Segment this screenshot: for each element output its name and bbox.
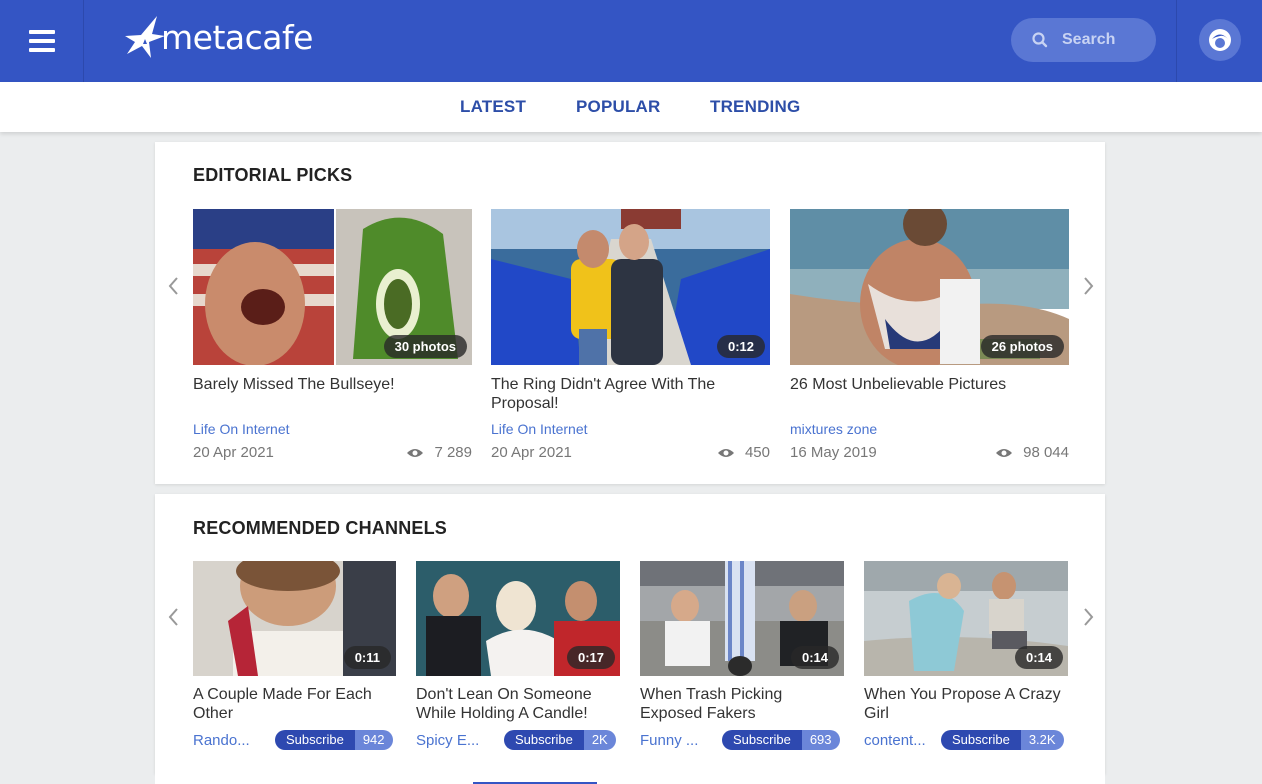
chevron-right-icon[interactable] (1080, 606, 1096, 628)
metacafe-logo[interactable]: metacafe (125, 12, 313, 58)
view-count: 450 (717, 444, 770, 461)
duration-badge: 0:11 (343, 646, 391, 669)
tab-trending[interactable]: TRENDING (710, 97, 800, 117)
video-title[interactable]: A Couple Made For Each Other (193, 685, 396, 723)
subscriber-count: 942 (354, 730, 393, 750)
subscribe-label: Subscribe (722, 730, 802, 750)
tab-latest[interactable]: LATEST (460, 97, 526, 117)
channel-video-card[interactable]: 0:17 Don't Lean On Someone While Holding… (416, 561, 620, 751)
top-navigation-bar: metacafe Search (0, 0, 1262, 82)
channel-link[interactable]: Rando... (193, 732, 265, 749)
subscriber-count: 2K (583, 730, 616, 750)
subscribe-button[interactable]: Subscribe 3.2K (941, 730, 1064, 750)
video-title[interactable]: When Trash Picking Exposed Fakers (640, 685, 844, 723)
editorial-picks-panel: EDITORIAL PICKS 30 photos Barely Missed … (155, 142, 1105, 484)
duration-badge: 0:14 (1014, 646, 1063, 669)
channel-link[interactable]: Life On Internet (193, 421, 290, 437)
view-count-value: 450 (744, 444, 770, 461)
subscribe-label: Subscribe (275, 730, 355, 750)
duration-badge: 0:12 (716, 335, 765, 358)
channel-link[interactable]: content... (864, 732, 930, 749)
logo-text: metacafe (161, 18, 313, 57)
header-divider (1176, 0, 1177, 82)
user-avatar-button[interactable] (1199, 19, 1241, 61)
video-title[interactable]: Barely Missed The Bullseye! (193, 375, 472, 394)
logo-star-icon (125, 16, 165, 58)
menu-icon (28, 25, 55, 57)
search-icon (1032, 32, 1048, 48)
tab-popular[interactable]: POPULAR (576, 97, 661, 117)
subscribe-label: Subscribe (504, 730, 584, 750)
video-title[interactable]: When You Propose A Crazy Girl (864, 685, 1068, 723)
publish-date: 16 May 2019 (790, 444, 877, 461)
publish-date: 20 Apr 2021 (491, 444, 572, 461)
channel-link[interactable]: Life On Internet (491, 421, 588, 437)
section-tabs: LATEST POPULAR TRENDING (0, 82, 1262, 132)
view-count-value: 98 044 (1023, 444, 1069, 461)
video-card[interactable]: 0:12 The Ring Didn't Agree With The Prop… (491, 209, 770, 469)
search-placeholder: Search (1062, 31, 1116, 48)
recommended-channels-panel: RECOMMENDED CHANNELS 0:11 A Couple Made … (155, 494, 1105, 774)
publish-date: 20 Apr 2021 (193, 444, 274, 461)
video-title[interactable]: The Ring Didn't Agree With The Proposal! (491, 375, 770, 413)
photo-count-badge: 26 photos (980, 335, 1064, 358)
menu-button[interactable] (0, 0, 84, 82)
channel-video-card[interactable]: 0:11 A Couple Made For Each Other Rando.… (193, 561, 396, 751)
view-count: 7 289 (406, 444, 472, 461)
next-panel-edge (155, 774, 1105, 784)
eye-icon (717, 448, 734, 457)
chevron-left-icon[interactable] (166, 606, 182, 628)
eye-icon (407, 448, 424, 457)
video-card[interactable]: 26 photos 26 Most Unbelievable Pictures … (790, 209, 1069, 469)
duration-badge: 0:17 (566, 646, 615, 669)
subscribe-button[interactable]: Subscribe 2K (504, 730, 616, 750)
recommended-channels-title: RECOMMENDED CHANNELS (193, 518, 448, 538)
duration-badge: 0:14 (790, 646, 839, 669)
photo-count-badge: 30 photos (383, 335, 467, 358)
chevron-right-icon[interactable] (1080, 275, 1096, 297)
view-count: 98 044 (995, 444, 1069, 461)
search-box[interactable]: Search (1011, 18, 1156, 62)
chevron-left-icon[interactable] (166, 275, 182, 297)
subscriber-count: 693 (801, 730, 840, 750)
channel-video-card[interactable]: 0:14 When Trash Picking Exposed Fakers F… (640, 561, 844, 751)
channel-link[interactable]: mixtures zone (790, 421, 877, 437)
video-title[interactable]: 26 Most Unbelievable Pictures (790, 375, 1069, 394)
subscriber-count: 3.2K (1020, 730, 1064, 750)
eye-icon (996, 448, 1013, 457)
channel-link[interactable]: Spicy E... (416, 732, 494, 749)
video-title[interactable]: Don't Lean On Someone While Holding A Ca… (416, 685, 620, 723)
subscribe-button[interactable]: Subscribe 942 (275, 730, 393, 750)
channel-video-card[interactable]: 0:14 When You Propose A Crazy Girl conte… (864, 561, 1068, 751)
subscribe-button[interactable]: Subscribe 693 (722, 730, 840, 750)
editorial-picks-title: EDITORIAL PICKS (193, 165, 353, 185)
view-count-value: 7 289 (434, 444, 472, 461)
subscribe-label: Subscribe (941, 730, 1021, 750)
video-card[interactable]: 30 photos Barely Missed The Bullseye! Li… (193, 209, 472, 469)
user-icon (1209, 29, 1231, 51)
channel-link[interactable]: Funny ... (640, 732, 712, 749)
